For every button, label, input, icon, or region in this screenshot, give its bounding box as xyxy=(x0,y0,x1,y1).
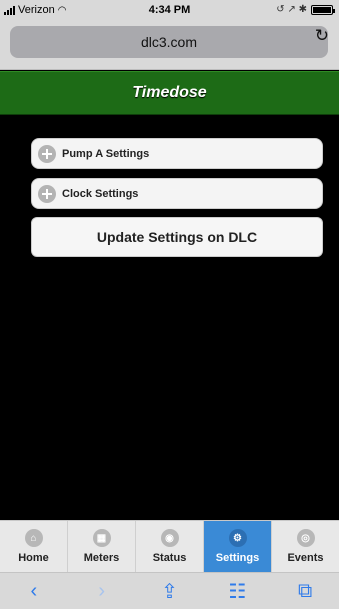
status-bar: Verizon ◠ 4:34 PM ↺ ↗ ✱ xyxy=(0,0,339,20)
reload-icon[interactable]: ↻ xyxy=(315,26,329,46)
page-title: Timedose xyxy=(132,84,207,101)
app-header: Timedose xyxy=(0,71,339,115)
battery-icon xyxy=(311,4,335,15)
tab-label: Status xyxy=(152,552,187,564)
tab-status[interactable]: ◉ Status xyxy=(136,521,204,572)
plus-icon xyxy=(38,144,56,163)
tab-settings[interactable]: ⚙ Settings xyxy=(204,521,272,572)
share-icon[interactable]: ⇪ xyxy=(149,579,189,604)
tab-bar: ⌂ Home ▦ Meters ◉ Status ⚙ Settings ◎ Ev… xyxy=(0,520,339,572)
tab-label: Meters xyxy=(83,552,120,564)
tab-label: Settings xyxy=(215,552,260,564)
search-icon: ◎ xyxy=(296,529,315,547)
location-bluetooth-icons: ↺ ↗ ✱ xyxy=(276,4,307,15)
plus-icon xyxy=(38,184,56,203)
tab-label: Events xyxy=(287,552,324,564)
home-icon: ⌂ xyxy=(24,529,43,547)
bookmarks-icon[interactable]: ☷ xyxy=(217,579,257,604)
browser-toolbar: ‹ › ⇪ ☷ ⧉ xyxy=(0,572,339,609)
section-label: Pump A Settings xyxy=(62,147,150,160)
tab-home[interactable]: ⌂ Home xyxy=(0,521,68,572)
back-icon[interactable]: ‹ xyxy=(14,580,54,603)
gear-icon: ⚙ xyxy=(228,529,247,547)
status-right-icons: ↺ ↗ ✱ xyxy=(276,4,335,15)
settings-content: Pump A Settings Clock Settings Update Se… xyxy=(0,116,339,520)
forward-icon[interactable]: › xyxy=(82,580,122,603)
browser-chrome: dlc3.com ↻ xyxy=(0,20,339,70)
update-settings-button[interactable]: Update Settings on DLC xyxy=(31,217,323,257)
url-text: dlc3.com xyxy=(140,34,198,50)
url-bar[interactable]: dlc3.com xyxy=(10,26,328,58)
section-label: Clock Settings xyxy=(62,187,139,200)
tab-events[interactable]: ◎ Events xyxy=(272,521,339,572)
eye-icon: ◉ xyxy=(160,529,179,547)
grid-icon: ▦ xyxy=(92,529,111,547)
pump-a-settings-section[interactable]: Pump A Settings xyxy=(31,138,323,169)
tabs-icon[interactable]: ⧉ xyxy=(285,580,325,603)
clock-settings-section[interactable]: Clock Settings xyxy=(31,178,323,209)
tab-meters[interactable]: ▦ Meters xyxy=(68,521,136,572)
tab-label: Home xyxy=(18,552,49,564)
